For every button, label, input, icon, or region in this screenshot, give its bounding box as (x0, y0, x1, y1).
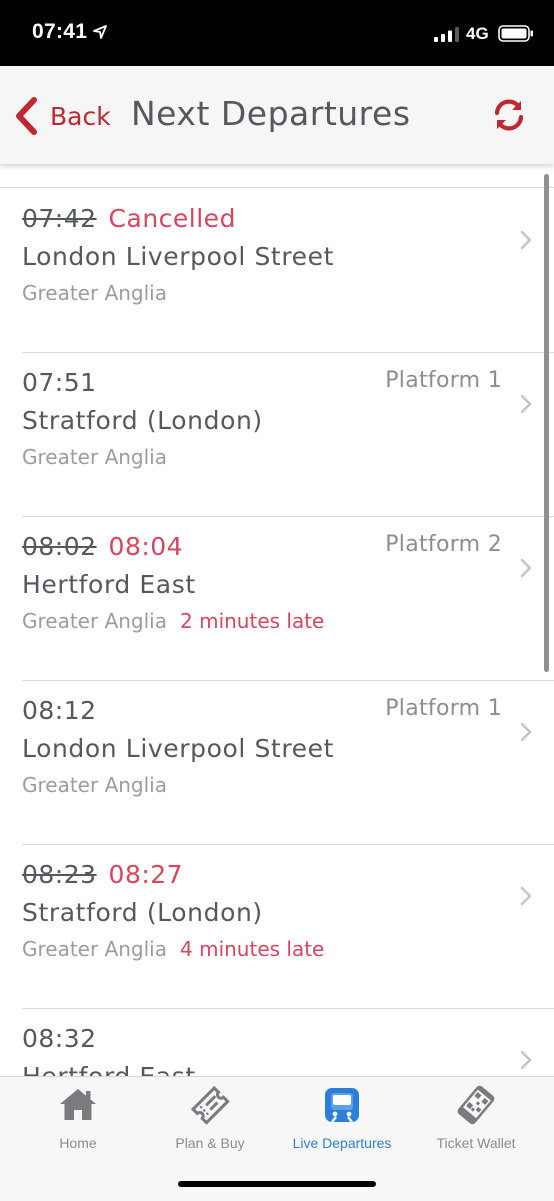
home-icon (60, 1089, 96, 1120)
platform: Platform 2 (385, 532, 502, 557)
destination: Stratford (London) (22, 898, 263, 927)
signal-bars-icon (434, 27, 459, 42)
back-button[interactable]: Back (14, 96, 111, 136)
scheduled-time: 07:42 (22, 204, 97, 233)
home-indicator[interactable] (178, 1181, 376, 1187)
status-bar: 07:41 4G (0, 0, 554, 66)
scrollbar[interactable] (544, 174, 549, 672)
departure-row[interactable]: 08:23 08:27 Stratford (London) Greater A… (22, 844, 554, 1009)
destination: Hertford East (22, 1062, 196, 1076)
ticket-icon (190, 1085, 230, 1125)
departure-times: 07:42 Cancelled (22, 204, 236, 236)
departure-times: 08:02 08:04 (22, 532, 183, 564)
destination: London Liverpool Street (22, 242, 335, 271)
departures-list[interactable]: 07:42 Cancelled London Liverpool Street … (0, 164, 554, 1076)
destination: Stratford (London) (22, 406, 263, 435)
chevron-right-icon (520, 886, 532, 906)
departure-times: 08:32 (22, 1024, 97, 1056)
operator-line: Greater Anglia (22, 281, 167, 305)
platform: Platform 1 (385, 696, 502, 721)
tab-label: Home (59, 1135, 97, 1151)
scheduled-time: 07:51 (22, 368, 97, 397)
expected-time: 08:04 (108, 532, 184, 561)
destination: London Liverpool Street (22, 734, 335, 763)
nav-header: Back Next Departures (0, 66, 554, 164)
operator-line: Greater Anglia 2 minutes late (22, 609, 324, 633)
network-type: 4G (466, 24, 489, 43)
departure-row[interactable]: 07:51 Platform 1 Stratford (London) Grea… (22, 352, 554, 517)
train-icon (325, 1088, 359, 1123)
tab-label: Plan & Buy (175, 1135, 245, 1151)
departure-times: 08:23 08:27 (22, 860, 183, 892)
chevron-right-icon (520, 722, 532, 742)
tab-label: Ticket Wallet (436, 1135, 516, 1151)
page-title: Next Departures (131, 94, 411, 133)
tab-ticket-wallet[interactable]: Ticket Wallet (410, 1085, 542, 1155)
departure-row[interactable]: 07:42 Cancelled London Liverpool Street … (22, 188, 554, 353)
departure-times: 08:12 (22, 696, 97, 728)
refresh-icon[interactable] (492, 98, 526, 132)
phone-qr-icon (457, 1085, 495, 1125)
departure-times: 07:51 (22, 368, 97, 400)
operator: Greater Anglia (22, 445, 167, 469)
operator: Greater Anglia (22, 609, 167, 633)
chevron-right-icon (520, 1050, 532, 1070)
battery-icon (498, 25, 533, 42)
departure-row[interactable]: 08:12 Platform 1 London Liverpool Street… (22, 680, 554, 845)
scheduled-time: 08:23 (22, 860, 97, 889)
departure-row[interactable]: 08:02 08:04 Platform 2 Hertford East Gre… (22, 516, 554, 681)
tab-label: Live Departures (292, 1135, 392, 1151)
tab-plan-and-buy[interactable]: Plan & Buy (144, 1085, 276, 1155)
chevron-right-icon (520, 394, 532, 414)
operator: Greater Anglia (22, 281, 167, 305)
scheduled-time: 08:02 (22, 532, 97, 561)
chevron-right-icon (520, 230, 532, 250)
operator-line: Greater Anglia 4 minutes late (22, 937, 324, 961)
status-time: 07:41 (32, 20, 88, 43)
tab-home[interactable]: Home (12, 1085, 144, 1155)
destination: Hertford East (22, 570, 196, 599)
chevron-right-icon (520, 558, 532, 578)
tab-live-departures[interactable]: Live Departures (276, 1085, 408, 1155)
delay-text: 2 minutes late (180, 609, 325, 633)
status-label: Cancelled (108, 204, 236, 233)
delay-text: 4 minutes late (180, 937, 325, 961)
platform: Platform 1 (385, 368, 502, 393)
scheduled-time: 08:12 (22, 696, 97, 725)
operator: Greater Anglia (22, 937, 167, 961)
location-arrow-icon (93, 25, 107, 39)
operator-line: Greater Anglia (22, 773, 167, 797)
scheduled-time: 08:32 (22, 1024, 97, 1053)
chevron-left-icon (16, 97, 37, 135)
operator: Greater Anglia (22, 773, 167, 797)
expected-time: 08:27 (108, 860, 184, 889)
back-label: Back (50, 101, 111, 131)
departure-row[interactable]: 08:32 Hertford East (22, 1008, 554, 1076)
operator-line: Greater Anglia (22, 445, 167, 469)
